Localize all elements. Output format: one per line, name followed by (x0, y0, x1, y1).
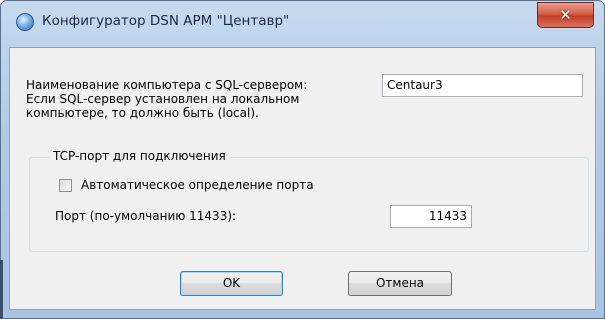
auto-detect-port-label[interactable]: Автоматическое определение порта (81, 178, 314, 193)
server-name-label: Наименование компьютера с SQL-сервером: (26, 78, 308, 92)
close-button[interactable]: ✕ (537, 2, 594, 28)
window-title: Конфигуратор DSN АРМ "Центавр" (42, 13, 290, 29)
tcp-port-groupbox (29, 157, 589, 252)
port-label: Порт (по-умолчанию 11433): (55, 209, 237, 223)
close-icon: ✕ (559, 6, 572, 24)
dialog-window: Конфигуратор DSN АРМ "Центавр" ✕ Наимено… (0, 0, 605, 319)
server-hint-line2: компьютере, то должно быть (local). (26, 106, 259, 120)
port-input[interactable]: 11433 (390, 205, 472, 228)
server-hint-line1: Если SQL-сервер установлен на локальном (26, 92, 300, 106)
background-window-edge (0, 260, 3, 319)
server-name-input[interactable]: Centaur3 (382, 74, 583, 97)
cancel-button[interactable]: Отмена (348, 271, 452, 296)
ok-button[interactable]: OK (180, 271, 283, 296)
auto-detect-port-checkbox[interactable] (59, 179, 72, 192)
title-bar[interactable]: Конфигуратор DSN АРМ "Центавр" ✕ (1, 1, 604, 47)
tcp-port-group-legend: TCP-порт для подключения (49, 149, 230, 164)
app-globe-icon (16, 13, 34, 31)
